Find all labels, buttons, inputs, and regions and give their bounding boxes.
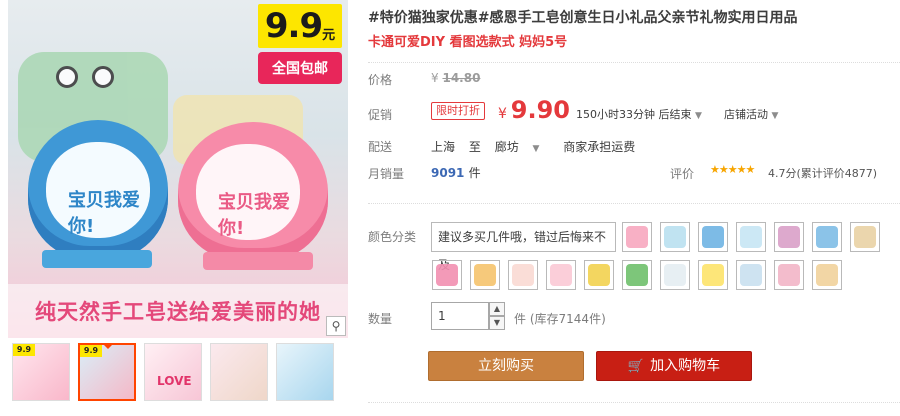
promo-badge: 限时打折 xyxy=(431,102,485,120)
add-to-cart-label: 加入购物车 xyxy=(650,358,721,374)
ship-to: 廊坊 xyxy=(494,140,519,154)
thumbnail-5[interactable] xyxy=(276,343,334,401)
thumb-love-text: LOVE xyxy=(157,374,192,388)
price-tag-badge: 9.9 元 全国包邮 xyxy=(256,0,348,92)
product-gallery: 宝贝我爱你! 宝贝我爱你! 9.9 元 全国包邮 纯天然手工皂送给爱美丽的她 ⚲… xyxy=(0,0,350,416)
thumb-price-tag: 9.9 xyxy=(80,345,102,357)
promo-price-value: 9.90 xyxy=(510,96,570,124)
thumbnail-1[interactable]: 9.9 xyxy=(12,343,70,401)
frog-eye xyxy=(92,66,114,88)
chevron-down-icon: ▼ xyxy=(695,111,702,121)
sales-unit: 件 xyxy=(468,166,481,180)
promo-price-currency: ¥ xyxy=(498,106,507,122)
stock-count: (库存7144件) xyxy=(529,312,606,326)
sku-swatch[interactable] xyxy=(698,260,728,290)
ship-from: 上海 xyxy=(431,140,456,154)
blue-soap-image: 宝贝我爱你! xyxy=(28,120,168,260)
quantity-increase-icon[interactable]: ▲ xyxy=(489,302,505,316)
chevron-down-icon: ▼ xyxy=(771,111,779,121)
sku-swatch[interactable] xyxy=(622,260,652,290)
free-shipping-tag: 全国包邮 xyxy=(258,52,342,84)
divider xyxy=(368,203,900,204)
sku-swatch[interactable] xyxy=(850,222,880,252)
image-slogan: 纯天然手工皂送给爱美丽的她 xyxy=(8,284,348,338)
sku-swatch[interactable] xyxy=(546,260,576,290)
sku-swatch[interactable] xyxy=(736,260,766,290)
quantity-unit: 件 xyxy=(514,312,527,326)
color-label: 颜色分类 xyxy=(368,230,417,244)
zoom-icon[interactable]: ⚲ xyxy=(326,316,346,336)
sales-count: 9091 xyxy=(431,166,465,180)
quantity-input[interactable]: 1 xyxy=(431,302,489,330)
ship-to-dropdown[interactable]: 廊坊 ▼ xyxy=(495,140,550,154)
tag-price: 9.9 xyxy=(264,6,323,46)
product-subtitle: 卡通可爱DIY 看图选款式 妈妈5号 xyxy=(368,35,568,50)
thumbnail-2[interactable]: 9.9 xyxy=(78,343,136,401)
buy-now-label: 立刻购买 xyxy=(478,358,534,374)
product-detail-panel: #特价猫独家优惠#感恩手工皂创意生日小礼品父亲节礼物实用日用品 卡通可爱DIY … xyxy=(368,0,900,416)
sku-swatch[interactable] xyxy=(660,222,690,252)
chevron-down-icon: ▼ xyxy=(532,144,540,154)
sku-swatch[interactable] xyxy=(584,260,614,290)
thumbnail-strip: 9.9 9.9 LOVE xyxy=(12,343,334,401)
sku-swatch[interactable] xyxy=(774,222,804,252)
buy-now-button[interactable]: 立刻购买 xyxy=(428,351,584,381)
quantity-label: 数量 xyxy=(368,312,393,326)
sku-swatch[interactable] xyxy=(470,260,500,290)
sku-swatch[interactable] xyxy=(432,260,462,290)
price-label: 价格 xyxy=(368,73,393,87)
pink-soap-image: 宝贝我爱你! xyxy=(178,122,328,262)
add-to-cart-button[interactable]: 🛒 加入购物车 xyxy=(596,351,752,381)
sku-swatch[interactable] xyxy=(660,260,690,290)
rating-stars-icon: ★★★★★ xyxy=(710,163,755,176)
monthly-sales[interactable]: 9091 件 xyxy=(431,164,481,181)
original-price-currency: ¥ xyxy=(431,71,439,85)
shop-activity-dropdown[interactable]: 店铺活动 ▼ xyxy=(724,106,778,122)
soap-text-pink: 宝贝我爱你! xyxy=(218,192,290,239)
sku-swatch[interactable] xyxy=(812,260,842,290)
quantity-decrease-icon[interactable]: ▼ xyxy=(489,316,505,330)
product-title: #特价猫独家优惠#感恩手工皂创意生日小礼品父亲节礼物实用日用品 xyxy=(368,10,798,26)
shipping-fee: 商家承担运费 xyxy=(563,140,636,154)
rating-label: 评价 xyxy=(670,167,695,181)
thumbnail-3[interactable]: LOVE xyxy=(144,343,202,401)
original-price: ¥ 14.80 xyxy=(431,71,480,85)
thumbnail-4[interactable] xyxy=(210,343,268,401)
shop-activity-label: 店铺活动 xyxy=(724,108,768,121)
stock-info: 件 (库存7144件) xyxy=(514,310,606,327)
thumb-price-tag: 9.9 xyxy=(13,344,35,356)
promo-countdown[interactable]: 150小时33分钟 后结束 ▼ xyxy=(576,106,702,122)
sku-swatch[interactable] xyxy=(812,222,842,252)
countdown-text: 150小时33分钟 后结束 xyxy=(576,108,692,121)
sales-label: 月销量 xyxy=(368,167,405,181)
original-price-value: 14.80 xyxy=(442,71,481,85)
frog-eye xyxy=(56,66,78,88)
tag-unit: 元 xyxy=(322,27,336,43)
cart-icon: 🛒 xyxy=(627,359,645,374)
shipping-label: 配送 xyxy=(368,140,393,154)
sku-swatch[interactable] xyxy=(774,260,804,290)
promo-label: 促销 xyxy=(368,108,393,122)
sku-swatch[interactable] xyxy=(698,222,728,252)
main-product-image[interactable]: 宝贝我爱你! 宝贝我爱你! 9.9 元 全国包邮 纯天然手工皂送给爱美丽的她 ⚲ xyxy=(8,0,348,338)
divider xyxy=(368,402,900,403)
soap-text-blue: 宝贝我爱你! xyxy=(68,190,140,237)
sku-swatch[interactable] xyxy=(736,222,766,252)
sku-swatch[interactable] xyxy=(508,260,538,290)
ship-to-word: 至 xyxy=(468,140,481,154)
sku-option-note[interactable]: 建议多买几件哦，错过后悔来不及 xyxy=(431,222,616,272)
promo-price: ¥ 9.90 xyxy=(498,96,570,124)
sku-swatch[interactable] xyxy=(622,222,652,252)
shipping-info: 上海 至 廊坊 ▼ 商家承担运费 xyxy=(431,138,645,155)
rating-summary[interactable]: 4.7分(累计评价4877) xyxy=(768,165,877,181)
